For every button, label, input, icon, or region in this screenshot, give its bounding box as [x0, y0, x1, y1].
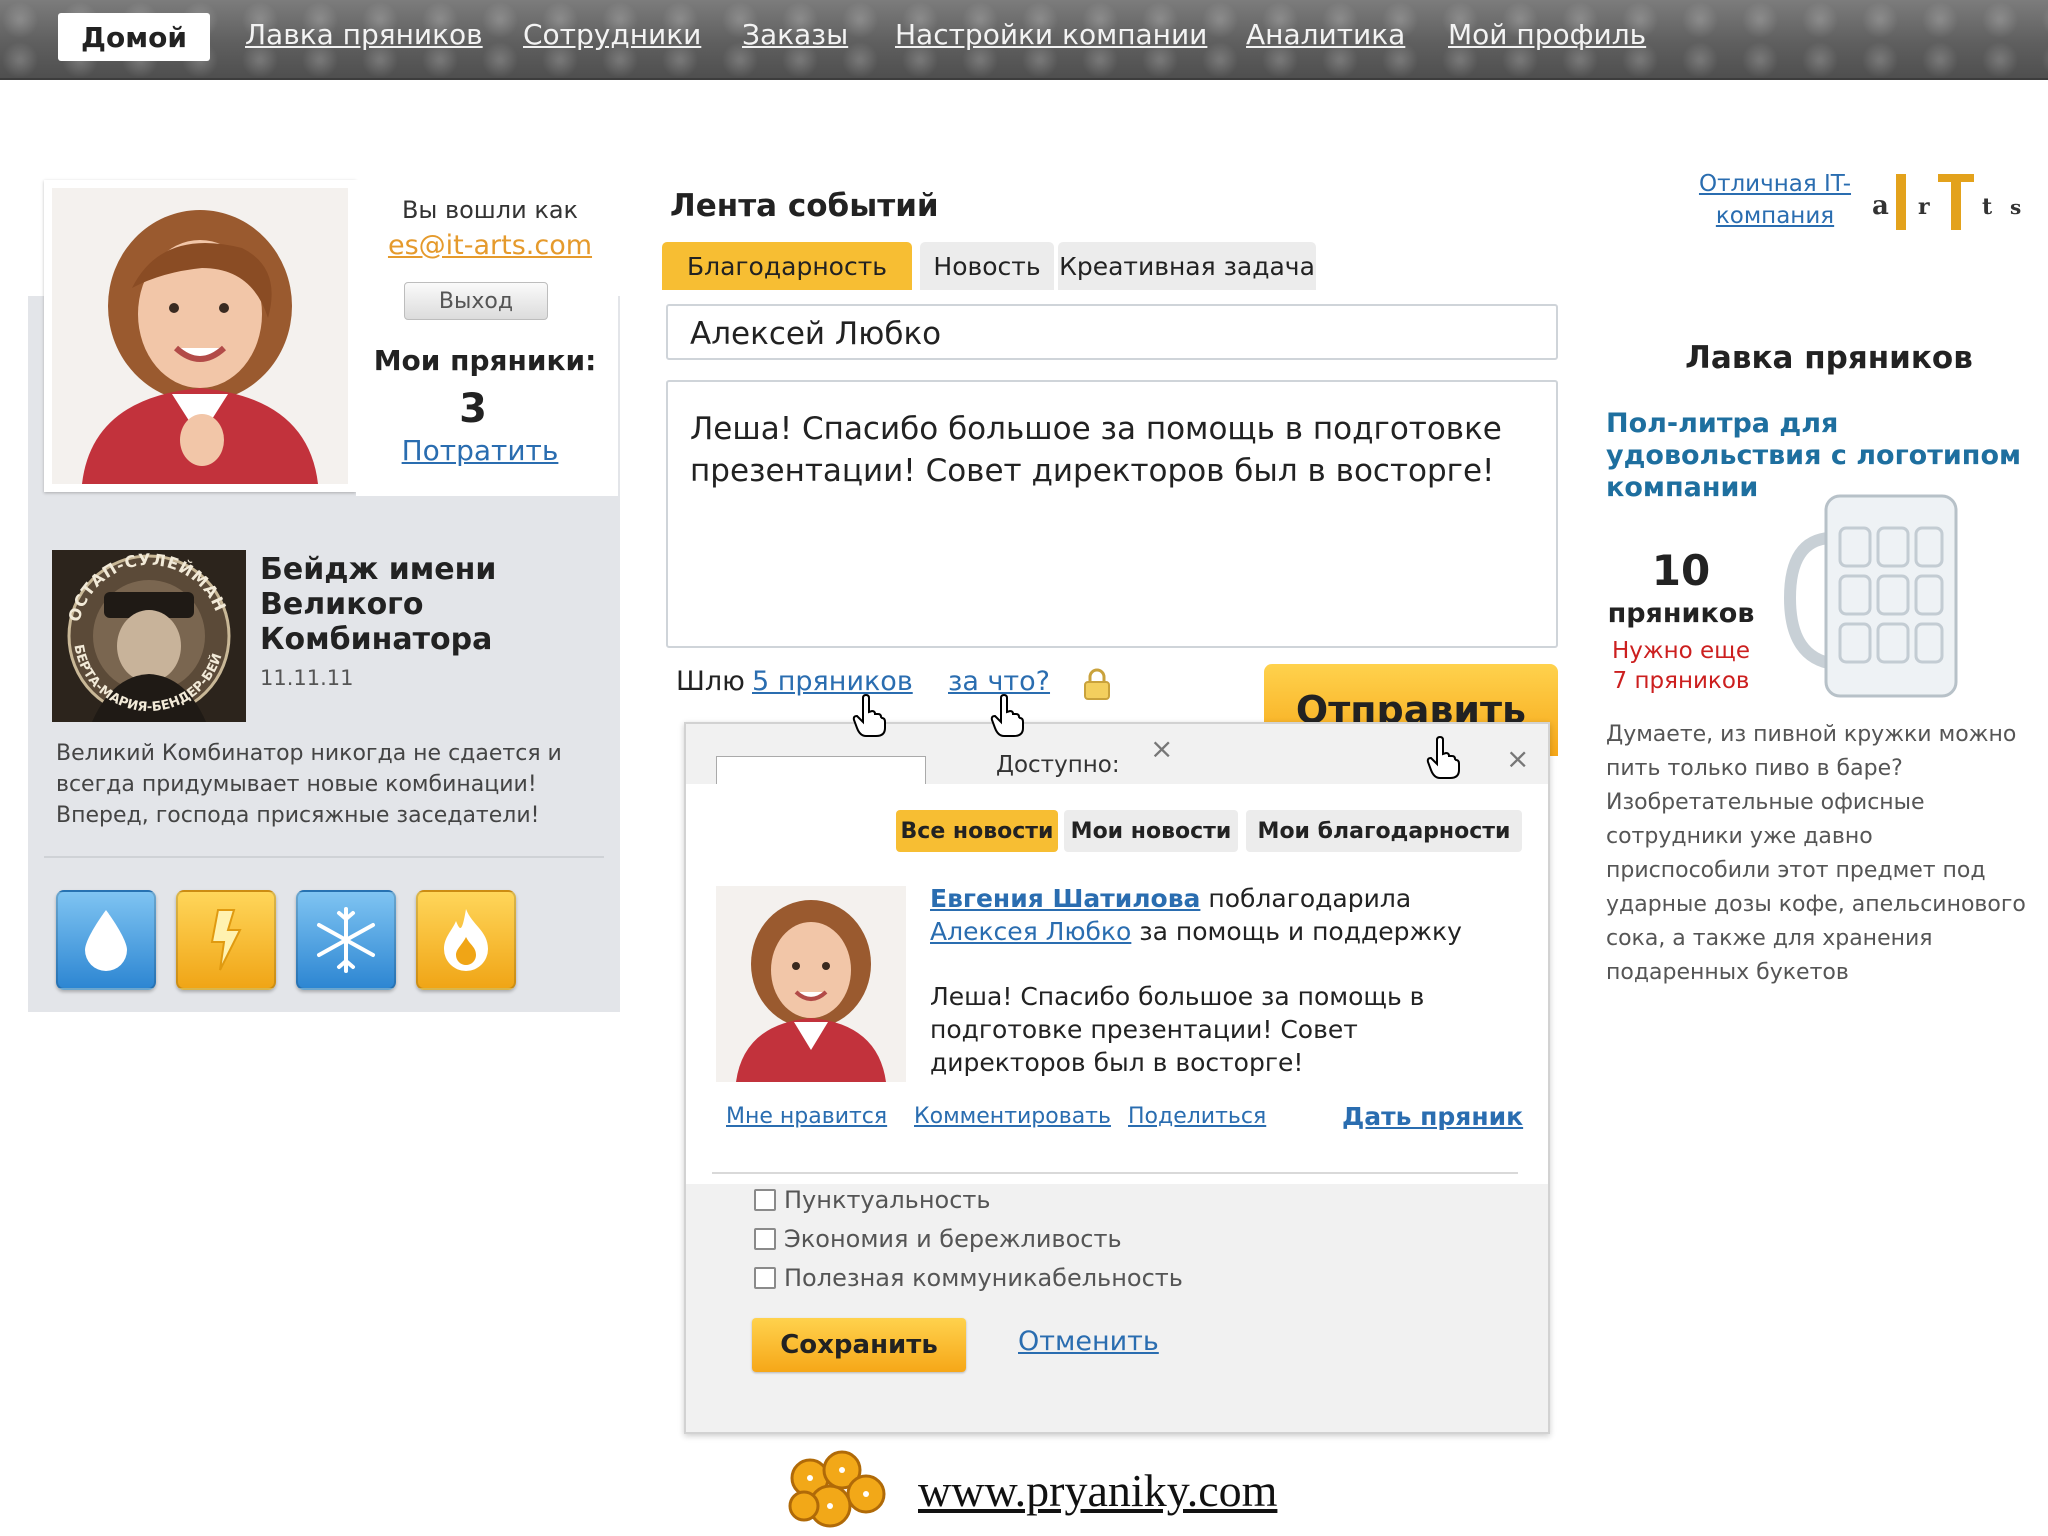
- tab-creative-task[interactable]: Креативная задача: [1058, 242, 1316, 290]
- post-action-text: поблагодарила: [1208, 884, 1412, 913]
- give-ginger-link[interactable]: Дать пряник: [1342, 1102, 1523, 1131]
- close-icon[interactable]: ×: [1150, 732, 1173, 765]
- svg-text:s: s: [2010, 195, 2021, 219]
- lightning-icon[interactable]: [176, 890, 276, 990]
- svg-text:t: t: [1982, 194, 1993, 220]
- like-link[interactable]: Мне нравится: [726, 1104, 887, 1129]
- price-unit: пряников: [1607, 598, 1755, 629]
- user-email-link[interactable]: es@it-arts.com: [380, 230, 600, 261]
- checkbox[interactable]: [754, 1189, 776, 1211]
- hand-cursor-icon: [1426, 735, 1460, 784]
- tab-news[interactable]: Новость: [920, 242, 1054, 290]
- nav-item-orders[interactable]: Заказы: [742, 18, 848, 51]
- checkbox[interactable]: [754, 1228, 776, 1250]
- checkbox-label: Экономия и бережливость: [784, 1225, 1122, 1253]
- tab-my-news[interactable]: Мои новости: [1064, 810, 1238, 852]
- tab-thanks[interactable]: Благодарность: [662, 242, 912, 290]
- hand-cursor-icon: [852, 693, 886, 742]
- company-logo: a r t s: [1870, 166, 2030, 240]
- nav-item-employees[interactable]: Сотрудники: [523, 18, 701, 51]
- close-icon[interactable]: ×: [1506, 742, 1529, 775]
- checkbox-row[interactable]: Полезная коммуникабельность: [754, 1264, 1183, 1292]
- badge-description: Великий Комбинатор никогда не сдается и …: [56, 741, 562, 828]
- my-gingers-count: 3: [459, 386, 487, 432]
- divider: [712, 1172, 1518, 1174]
- badge-date: 11.11.11: [260, 666, 354, 690]
- company-link[interactable]: Отличная IT-компания: [1696, 168, 1854, 232]
- snowflake-icon[interactable]: [296, 890, 396, 990]
- pryaniky-logo-icon: [780, 1448, 892, 1536]
- send-label: Шлю: [676, 666, 745, 697]
- cancel-link[interactable]: Отменить: [1018, 1326, 1159, 1357]
- amount-link[interactable]: 5 пряников: [752, 666, 913, 697]
- spend-link[interactable]: Потратить: [380, 434, 580, 467]
- post-reason: за помощь и поддержку: [1139, 917, 1462, 946]
- available-label: Доступно:: [996, 752, 1120, 778]
- nav-home-button[interactable]: Домой: [58, 13, 210, 61]
- nav-item-analytics[interactable]: Аналитика: [1246, 18, 1405, 51]
- fire-icon[interactable]: [416, 890, 516, 990]
- badge-title: Бейдж имени Великого Комбинатора: [260, 552, 497, 657]
- tab-my-thanks[interactable]: Мои благодарности: [1246, 810, 1522, 852]
- checkbox-label: Пунктуальность: [784, 1186, 991, 1214]
- target-link[interactable]: Алексея Любко: [930, 917, 1131, 946]
- nav-item-my-profile[interactable]: Мой профиль: [1448, 18, 1646, 51]
- checkbox[interactable]: [754, 1267, 776, 1289]
- badge-image: ОСТАП-СУЛЕЙМАН БЕРТА-МАРИЯ-БЕНДЕР-БЕЙ: [52, 550, 246, 722]
- share-link[interactable]: Поделиться: [1128, 1104, 1266, 1129]
- author-link[interactable]: Евгения Шатилова: [930, 884, 1200, 913]
- post-body: Леша! Спасибо большое за помощь в подгот…: [930, 982, 1425, 1077]
- top-nav: Домой Лавка пряников Сотрудники Заказы Н…: [0, 0, 2048, 80]
- hand-cursor-icon: [990, 693, 1024, 742]
- drop-icon[interactable]: [56, 890, 156, 990]
- save-button[interactable]: Сохранить: [752, 1318, 966, 1372]
- comment-link[interactable]: Комментировать: [914, 1104, 1111, 1129]
- why-link[interactable]: за что?: [948, 666, 1050, 697]
- divider: [44, 856, 604, 858]
- svg-text:r: r: [1918, 194, 1930, 220]
- beer-mug-image: [1782, 488, 1972, 708]
- post-header: Евгения Шатилова поблагодарила Алексея Л…: [930, 882, 1510, 948]
- product-price: 10: [1651, 546, 1711, 595]
- nav-item-company-settings[interactable]: Настройки компании: [895, 18, 1207, 51]
- logged-in-label: Вы вошли как: [401, 196, 579, 224]
- recipient-input[interactable]: Алексей Любко: [666, 304, 1558, 360]
- checkbox-row[interactable]: Пунктуальность: [754, 1186, 991, 1214]
- checkbox-label: Полезная коммуникабельность: [784, 1264, 1183, 1292]
- my-gingers-label: Мои пряники:: [373, 344, 597, 377]
- need-more-text: Нужно еще 7 пряников: [1611, 638, 1750, 694]
- amount-select[interactable]: [716, 756, 926, 784]
- nav-item-shop[interactable]: Лавка пряников: [245, 18, 483, 51]
- product-description: Думаете, из пивной кружки можно пить тол…: [1606, 722, 2026, 985]
- checkbox-row[interactable]: Экономия и бережливость: [754, 1225, 1122, 1253]
- post-author-avatar: [716, 886, 906, 1082]
- footer-url[interactable]: www.pryaniky.com: [918, 1464, 1277, 1517]
- avatar: [44, 180, 356, 492]
- feed-title: Лента событий: [670, 188, 939, 224]
- svg-text:a: a: [1872, 191, 1889, 221]
- logout-button[interactable]: Выход: [404, 282, 548, 320]
- message-textarea[interactable]: Леша! Спасибо большое за помощь в подгот…: [666, 380, 1558, 648]
- tab-all-news[interactable]: Все новости: [896, 810, 1058, 852]
- shop-title: Лавка пряников: [1685, 340, 1973, 376]
- lock-icon[interactable]: [1082, 668, 1112, 704]
